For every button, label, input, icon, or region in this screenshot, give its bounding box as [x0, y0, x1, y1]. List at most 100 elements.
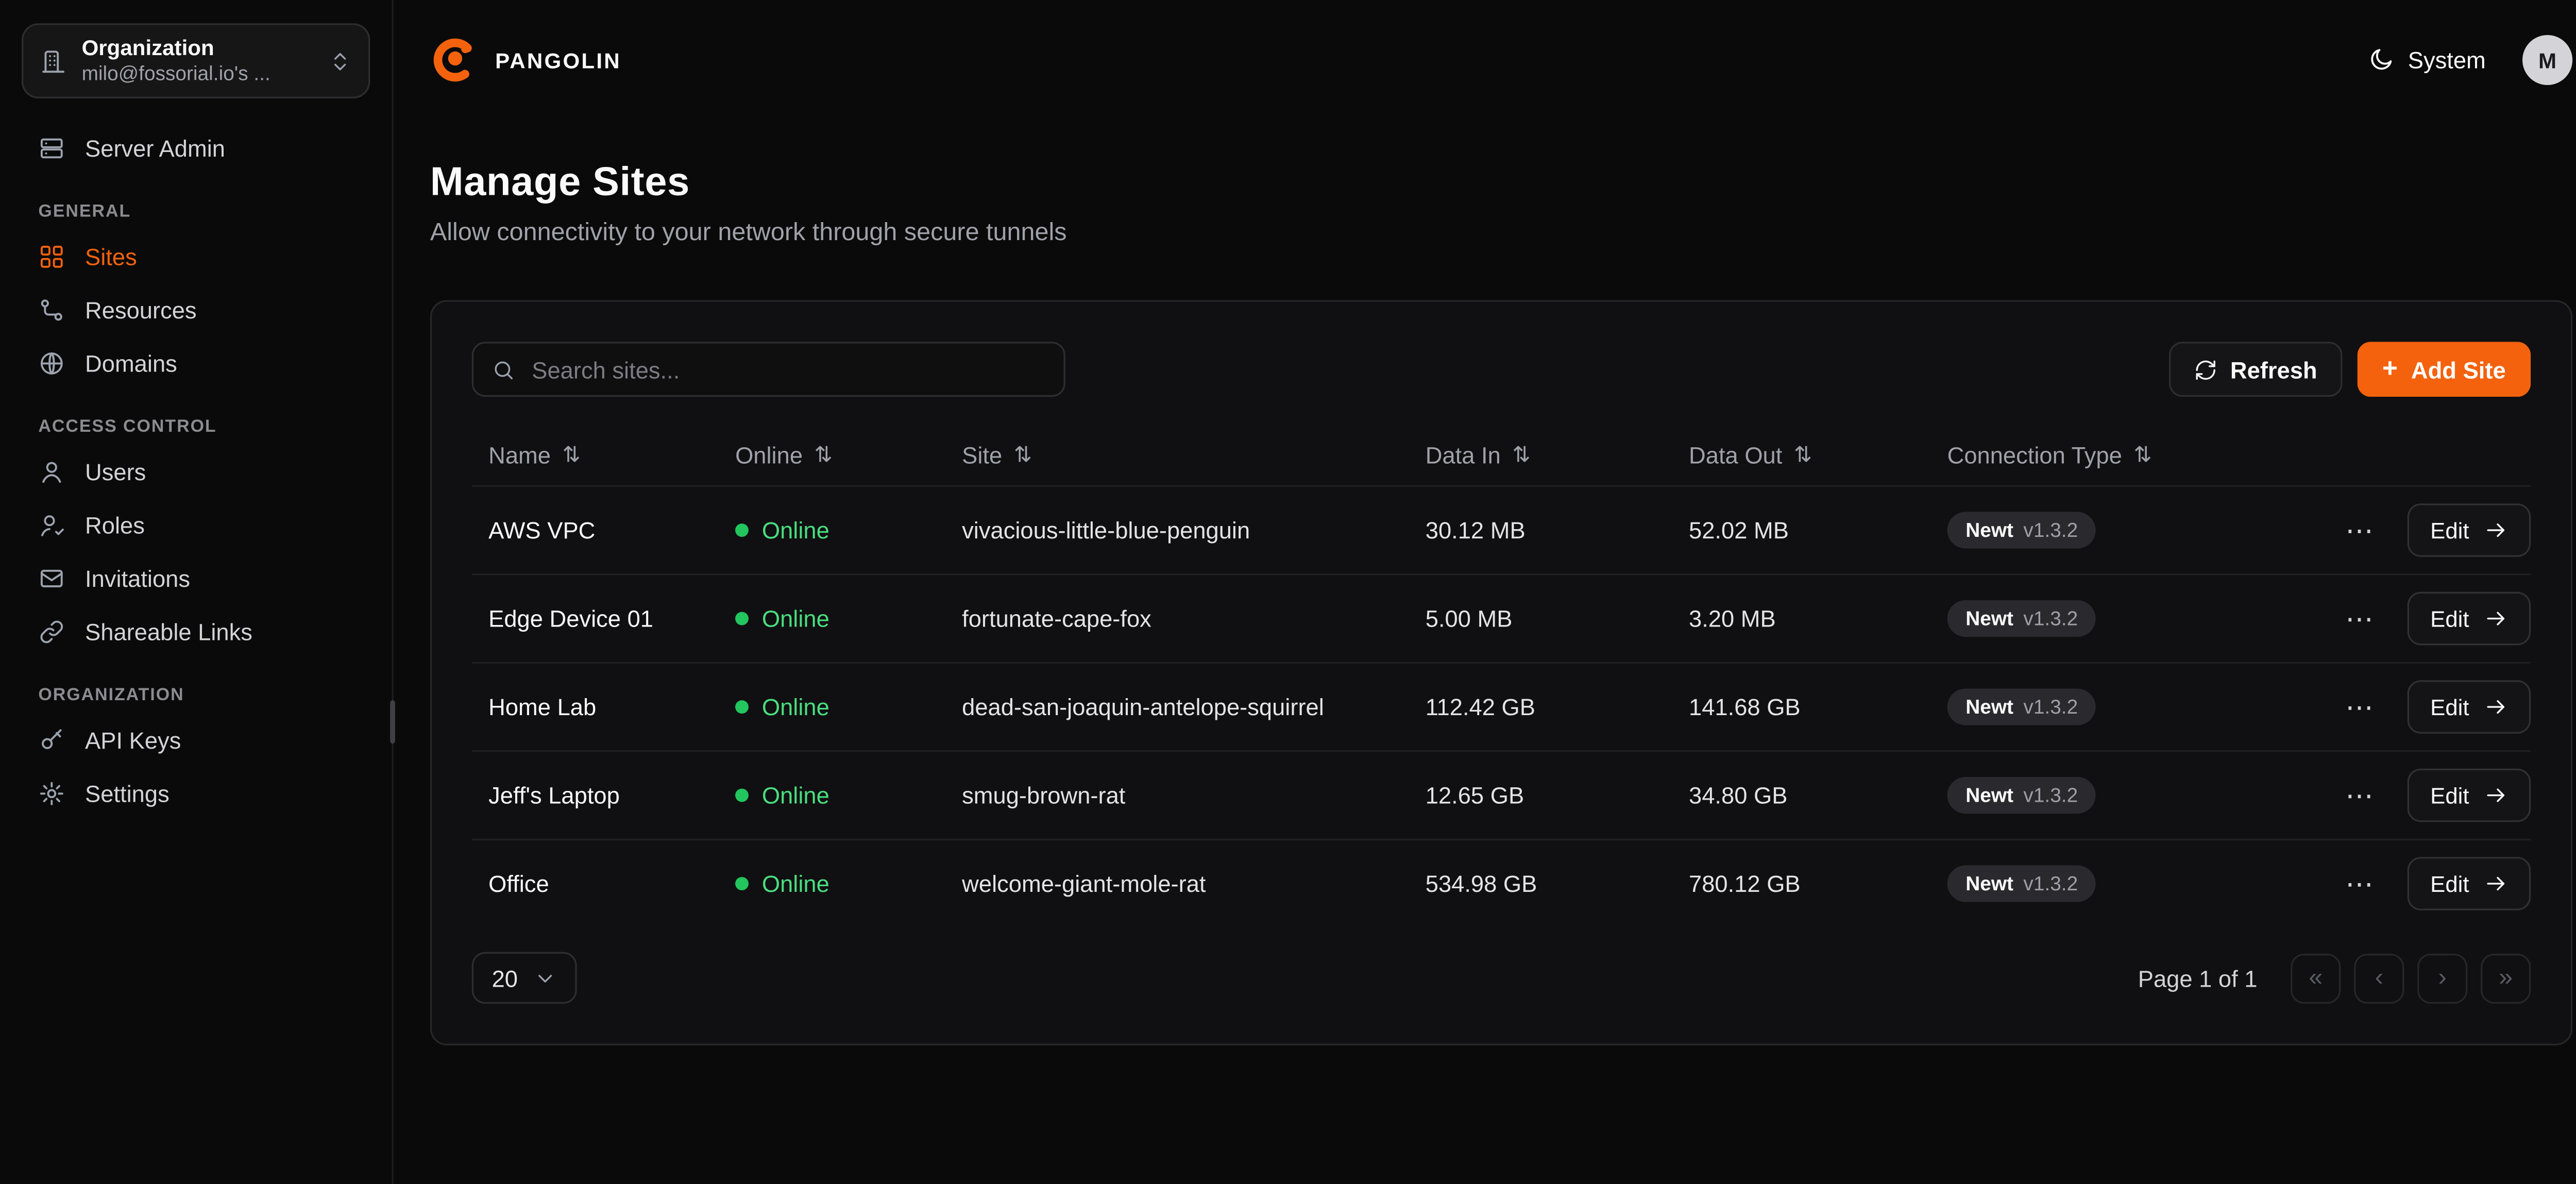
online-dot-icon: [735, 789, 749, 802]
column-label: Data In: [1426, 442, 1501, 469]
row-actions: ⋯ Edit: [2314, 680, 2531, 734]
refresh-button[interactable]: Refresh: [2168, 342, 2342, 397]
sidebar-item-settings[interactable]: Settings: [22, 767, 370, 821]
chevrons-up-down-icon: [328, 49, 351, 72]
column-label: Site: [962, 442, 1002, 469]
data-in: 30.12 MB: [1426, 517, 1689, 544]
sidebar-item-roles[interactable]: Roles: [22, 499, 370, 552]
sort-icon: ⇅: [563, 442, 581, 469]
org-switcher-texts: Organization milo@fossorial.io's ...: [82, 35, 314, 87]
online-dot-icon: [735, 877, 749, 890]
row-menu-button[interactable]: ⋯: [2338, 866, 2382, 901]
sidebar-item-domains[interactable]: Domains: [22, 337, 370, 391]
sidebar-item-api-keys[interactable]: API Keys: [22, 714, 370, 767]
sidebar-item-sites[interactable]: Sites: [22, 230, 370, 284]
search-input[interactable]: [529, 354, 1045, 384]
column-header-online[interactable]: Online⇅: [735, 442, 962, 469]
status-label: Online: [762, 517, 829, 544]
site-name: AWS VPC: [472, 517, 735, 544]
edit-label: Edit: [2430, 606, 2469, 631]
sort-icon: ⇅: [1512, 442, 1530, 469]
connection-badge: Newt v1.3.2: [1947, 600, 2096, 637]
sidebar-item-label: Domains: [85, 352, 177, 375]
site-name: Home Lab: [472, 694, 735, 720]
avatar[interactable]: M: [2522, 35, 2572, 85]
online-status: Online: [735, 870, 962, 897]
data-in: 534.98 GB: [1426, 870, 1689, 897]
connection-type-cell: Newtv1.3.2: [1947, 688, 2314, 725]
column-label: Connection Type: [1947, 442, 2122, 469]
column-header-name[interactable]: Name ⇅: [472, 442, 735, 469]
column-label: Name: [488, 442, 551, 469]
previous-page-button[interactable]: ‹: [2354, 953, 2404, 1003]
last-page-button[interactable]: »: [2481, 953, 2531, 1003]
row-actions: ⋯ Edit: [2314, 769, 2531, 822]
table-header: Name ⇅ Online⇅ Site⇅ Data In ⇅ Data Out⇅ C…: [472, 425, 2531, 485]
sites-toolbar: Refresh + Add Site: [472, 342, 2531, 397]
column-header-site[interactable]: Site⇅: [962, 442, 1426, 469]
sidebar-item-shareable-links[interactable]: Shareable Links: [22, 605, 370, 659]
topbar: PANGOLIN System M: [430, 0, 2572, 87]
sidebar-item-server-admin[interactable]: Server Admin: [22, 122, 370, 175]
sites-card: Refresh + Add Site Name⇅ Online⇅ Site⇅ D…: [430, 300, 2572, 1045]
sidebar-scrollbar-thumb[interactable]: [390, 700, 395, 743]
connection-type: Newt: [1965, 872, 2013, 895]
connection-badge: Newtv1.3.2: [1947, 777, 2096, 814]
column-header-data-in[interactable]: Data In ⇅: [1426, 442, 1689, 469]
arrow-right-icon: [2484, 784, 2507, 807]
connection-badge: Newtv1.3.2: [1947, 688, 2096, 725]
section-label-organization: ORGANIZATION: [38, 685, 353, 705]
first-page-button[interactable]: «: [2291, 953, 2341, 1003]
main-content: PANGOLIN System M Manage Sites Allow con…: [394, 0, 2576, 1184]
org-subtitle: milo@fossorial.io's ...: [82, 62, 314, 87]
mail-icon: [38, 565, 65, 592]
row-menu-button[interactable]: ⋯: [2338, 778, 2382, 813]
row-menu-button[interactable]: ⋯: [2338, 513, 2382, 548]
plus-icon: +: [2382, 356, 2398, 383]
edit-button[interactable]: Edit: [2407, 592, 2531, 646]
sidebar-item-resources[interactable]: Resources: [22, 283, 370, 337]
org-switcher[interactable]: Organization milo@fossorial.io's ...: [22, 23, 370, 98]
add-site-label: Add Site: [2411, 356, 2506, 383]
connection-version: v1.3.2: [2023, 872, 2078, 895]
connection-type-cell: Newtv1.3.2: [1947, 777, 2314, 814]
page-subtitle: Allow connectivity to your network throu…: [430, 218, 2572, 247]
site-slug: fortunate-cape-fox: [962, 605, 1426, 632]
data-out: 141.68 GB: [1689, 694, 1947, 720]
connection-version: v1.3.2: [2023, 695, 2078, 718]
add-site-button[interactable]: + Add Site: [2357, 342, 2531, 397]
sidebar: Organization milo@fossorial.io's ... Ser…: [0, 0, 394, 1184]
sidebar-nav: Server Admin GENERAL Sites Resources Do: [22, 122, 370, 820]
column-label: Online: [735, 442, 803, 469]
next-page-button[interactable]: ›: [2417, 953, 2467, 1003]
row-menu-button[interactable]: ⋯: [2338, 689, 2382, 724]
page-size-select[interactable]: 20: [472, 952, 577, 1004]
section-label-access-control: ACCESS CONTROL: [38, 417, 353, 437]
connection-type: Newt: [1965, 607, 2013, 630]
table-row: Jeff's Laptop Online smug-brown-rat 12.6…: [472, 750, 2531, 839]
arrow-right-icon: [2484, 607, 2507, 630]
page-info: Page 1 of 1: [2138, 965, 2258, 991]
row-menu-button[interactable]: ⋯: [2338, 601, 2382, 636]
sidebar-item-invitations[interactable]: Invitations: [22, 552, 370, 605]
building-icon: [40, 47, 67, 74]
sidebar-item-users[interactable]: Users: [22, 445, 370, 499]
column-header-connection-type[interactable]: Connection Type⇅: [1947, 442, 2314, 469]
edit-button[interactable]: Edit: [2407, 680, 2531, 734]
brand[interactable]: PANGOLIN: [430, 35, 621, 85]
page-title: Manage Sites: [430, 160, 2572, 207]
link-icon: [38, 619, 65, 646]
column-header-data-out[interactable]: Data Out⇅: [1689, 442, 1947, 469]
online-dot-icon: [735, 523, 749, 537]
edit-button[interactable]: Edit: [2407, 769, 2531, 822]
data-out: 52.02 MB: [1689, 517, 1947, 544]
connection-version: v1.3.2: [2023, 607, 2078, 630]
user-role-icon: [38, 512, 65, 538]
theme-toggle[interactable]: System: [2368, 47, 2486, 74]
online-status: Online: [735, 605, 962, 632]
data-out: 34.80 GB: [1689, 782, 1947, 809]
edit-button[interactable]: Edit: [2407, 503, 2531, 557]
arrow-right-icon: [2484, 695, 2507, 718]
edit-button[interactable]: Edit: [2407, 857, 2531, 910]
refresh-icon: [2194, 358, 2217, 381]
